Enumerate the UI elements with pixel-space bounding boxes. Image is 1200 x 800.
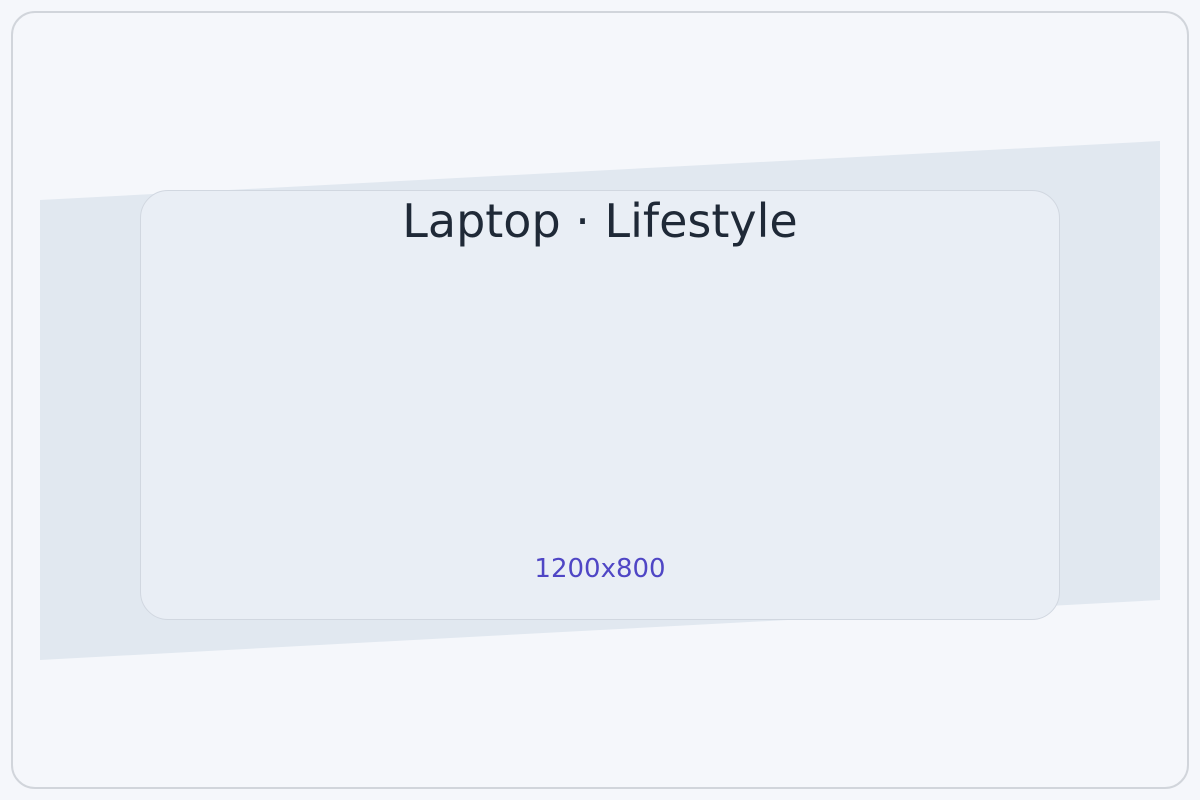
placeholder-dimensions: 1200x800 (534, 554, 666, 584)
placeholder-title: Laptop · Lifestyle (402, 194, 798, 248)
